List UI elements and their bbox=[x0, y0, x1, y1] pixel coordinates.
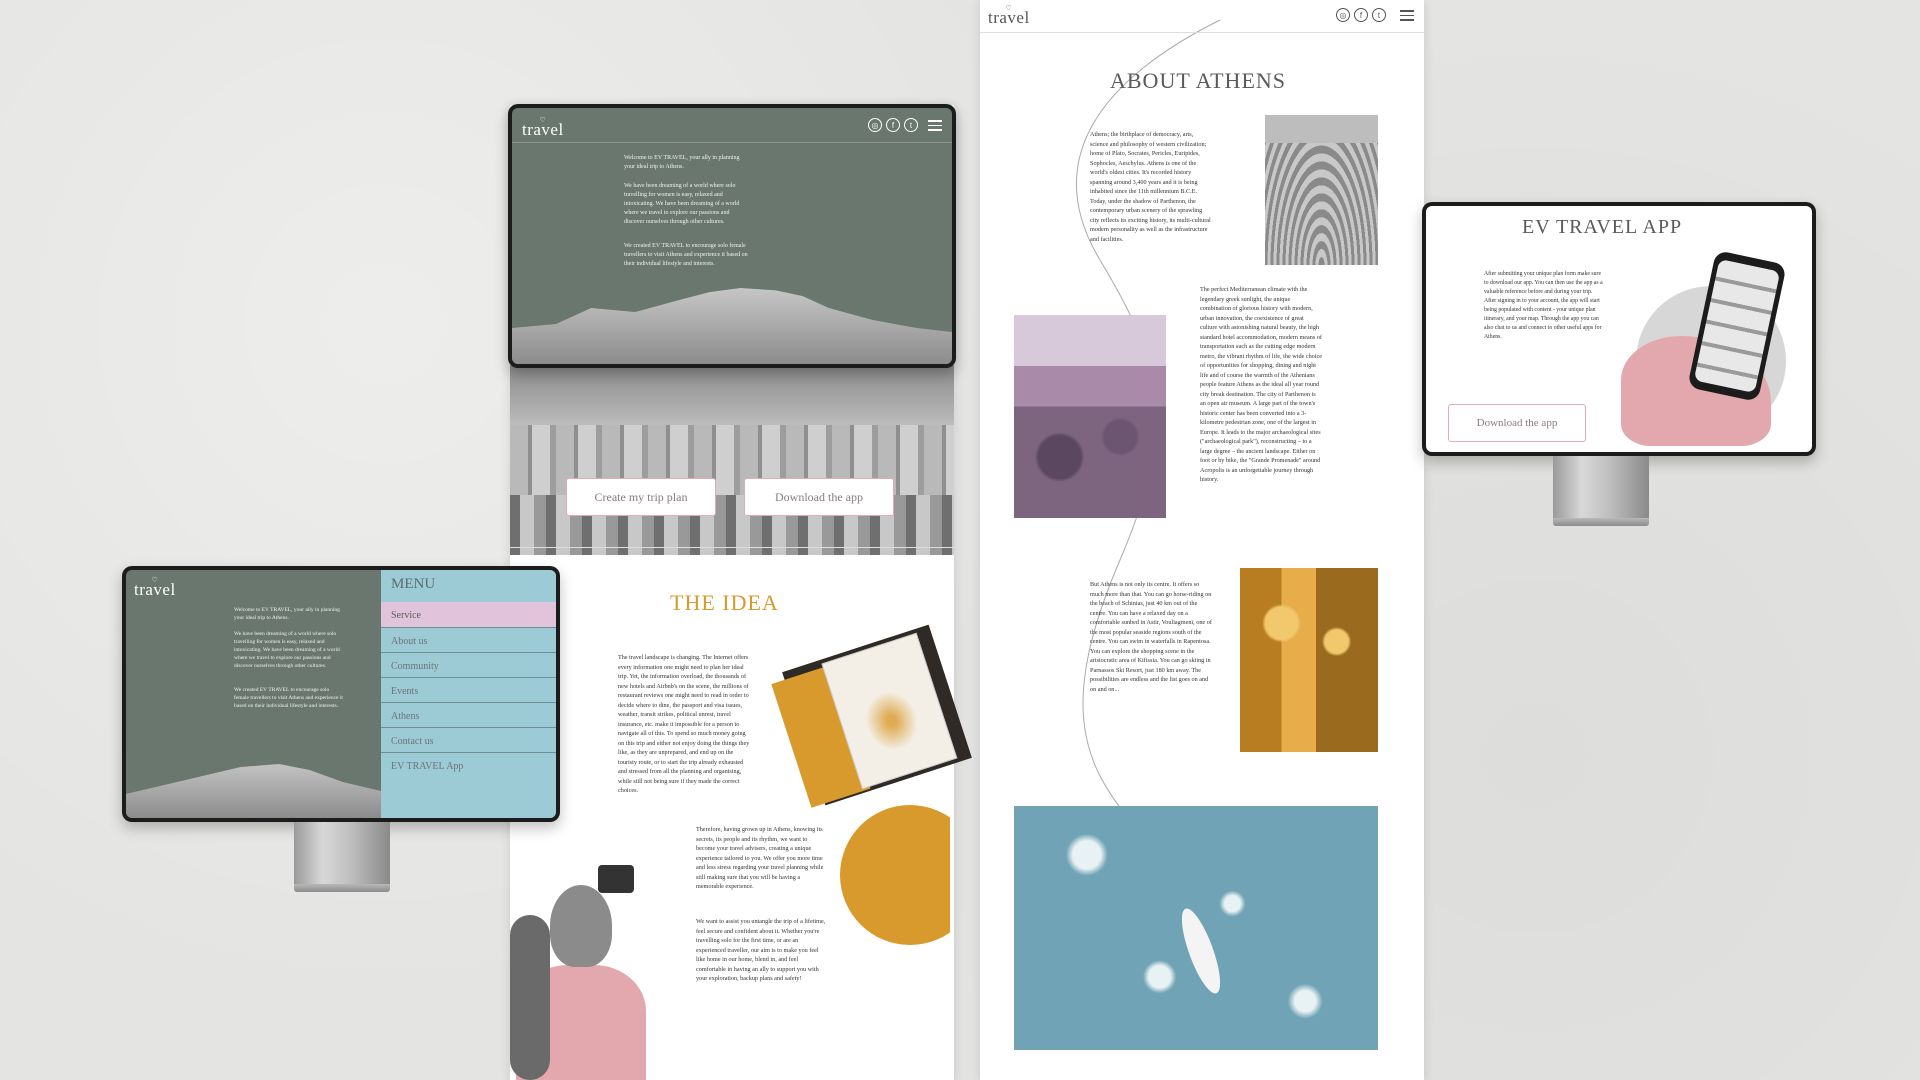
download-app-button[interactable]: Download the app bbox=[744, 478, 894, 516]
logo[interactable]: ♡ travel bbox=[134, 576, 176, 600]
app-title: EV TRAVEL APP bbox=[1522, 216, 1683, 238]
menu-item-contact-us[interactable]: Contact us bbox=[381, 728, 556, 753]
paddleboard bbox=[1174, 904, 1228, 998]
download-app-button[interactable]: Download the app bbox=[1448, 404, 1586, 442]
facebook-icon[interactable]: f bbox=[1354, 8, 1368, 22]
hero-city-photo bbox=[510, 365, 954, 555]
menu-item-about-us[interactable]: About us bbox=[381, 628, 556, 653]
athens-title: ABOUT ATHENS bbox=[1110, 68, 1287, 93]
menu-panel: MENU Service About us Community Events A… bbox=[381, 570, 556, 818]
facebook-icon[interactable]: f bbox=[886, 118, 900, 132]
instagram-icon[interactable]: ◎ bbox=[868, 118, 882, 132]
left-monitor: ♡ travel Welcome to EV TRAVEL, your ally … bbox=[122, 566, 560, 822]
right-monitor: EV TRAVEL APP After submitting your uniq… bbox=[1422, 202, 1816, 456]
idea-title: THE IDEA bbox=[670, 590, 779, 615]
twitter-icon[interactable]: t bbox=[1372, 8, 1386, 22]
top-monitor: ♡ travel ◎ f t Welcome to EV TRAVEL, your… bbox=[508, 104, 956, 368]
street-photo bbox=[1240, 568, 1378, 752]
planner-photo bbox=[771, 624, 972, 808]
instagram-icon[interactable]: ◎ bbox=[1336, 8, 1350, 22]
hamburger-menu-icon[interactable] bbox=[1400, 10, 1414, 24]
sea-paddleboard-photo bbox=[1014, 806, 1378, 1050]
intro-paragraph-3: We created EV TRAVEL to encourage solo f… bbox=[624, 243, 748, 267]
acropolis-photo bbox=[126, 764, 381, 818]
menu-title: MENU bbox=[391, 576, 436, 592]
right-monitor-stand bbox=[1553, 456, 1649, 526]
garden-photo bbox=[1014, 315, 1166, 518]
divider bbox=[510, 547, 954, 548]
app-description: After submitting your unique plan form m… bbox=[1484, 271, 1603, 340]
left-monitor-stand bbox=[294, 822, 390, 892]
photographer-woman-photo bbox=[510, 845, 680, 1080]
idea-paragraph-2: Therefore, having grown up in Athens, kn… bbox=[696, 826, 824, 890]
logo[interactable]: ♡ travel bbox=[522, 116, 564, 140]
menu-list: Service About us Community Events Athens… bbox=[381, 602, 556, 778]
intro-paragraph-2: We have been dreaming of a world where s… bbox=[234, 631, 340, 669]
athens-paragraph-2: The perfect Mediterranean climate with t… bbox=[1200, 286, 1322, 483]
menu-item-events[interactable]: Events bbox=[381, 678, 556, 703]
menu-item-athens[interactable]: Athens bbox=[381, 703, 556, 728]
menu-item-ev-travel-app[interactable]: EV TRAVEL App bbox=[381, 753, 556, 778]
social-links: ◎ f t bbox=[868, 118, 918, 132]
intro-paragraph-1: Welcome to EV TRAVEL, your ally in plann… bbox=[234, 607, 340, 621]
athens-page: ♡ travel ◎ f t ABOUT ATHENS Athens; the b… bbox=[980, 0, 1424, 1080]
theatre-photo bbox=[1265, 115, 1378, 265]
intro-paragraph-2: We have been dreaming of a world where s… bbox=[624, 183, 740, 225]
athens-paragraph-1: Athens; the birthplace of democracy, art… bbox=[1090, 131, 1211, 243]
idea-paragraph-3: We want to assist you untangle the trip … bbox=[696, 918, 826, 982]
menu-item-community[interactable]: Community bbox=[381, 653, 556, 678]
menu-item-service[interactable]: Service bbox=[381, 602, 556, 628]
logo[interactable]: ♡ travel bbox=[988, 4, 1030, 28]
athens-paragraph-3: But Athens is not only its centre. It of… bbox=[1090, 581, 1212, 693]
acropolis-photo bbox=[512, 288, 952, 364]
intro-paragraph-3: We created EV TRAVEL to encourage solo f… bbox=[234, 687, 343, 709]
social-links: ◎ f t bbox=[1336, 8, 1386, 22]
hamburger-menu-icon[interactable] bbox=[928, 120, 942, 134]
twitter-icon[interactable]: t bbox=[904, 118, 918, 132]
idea-paragraph-1: The travel landscape is changing. The In… bbox=[618, 654, 750, 794]
orange-circle-decoration bbox=[840, 805, 950, 945]
create-trip-plan-button[interactable]: Create my trip plan bbox=[566, 478, 716, 516]
intro-paragraph-1: Welcome to EV TRAVEL, your ally in plann… bbox=[624, 155, 740, 170]
